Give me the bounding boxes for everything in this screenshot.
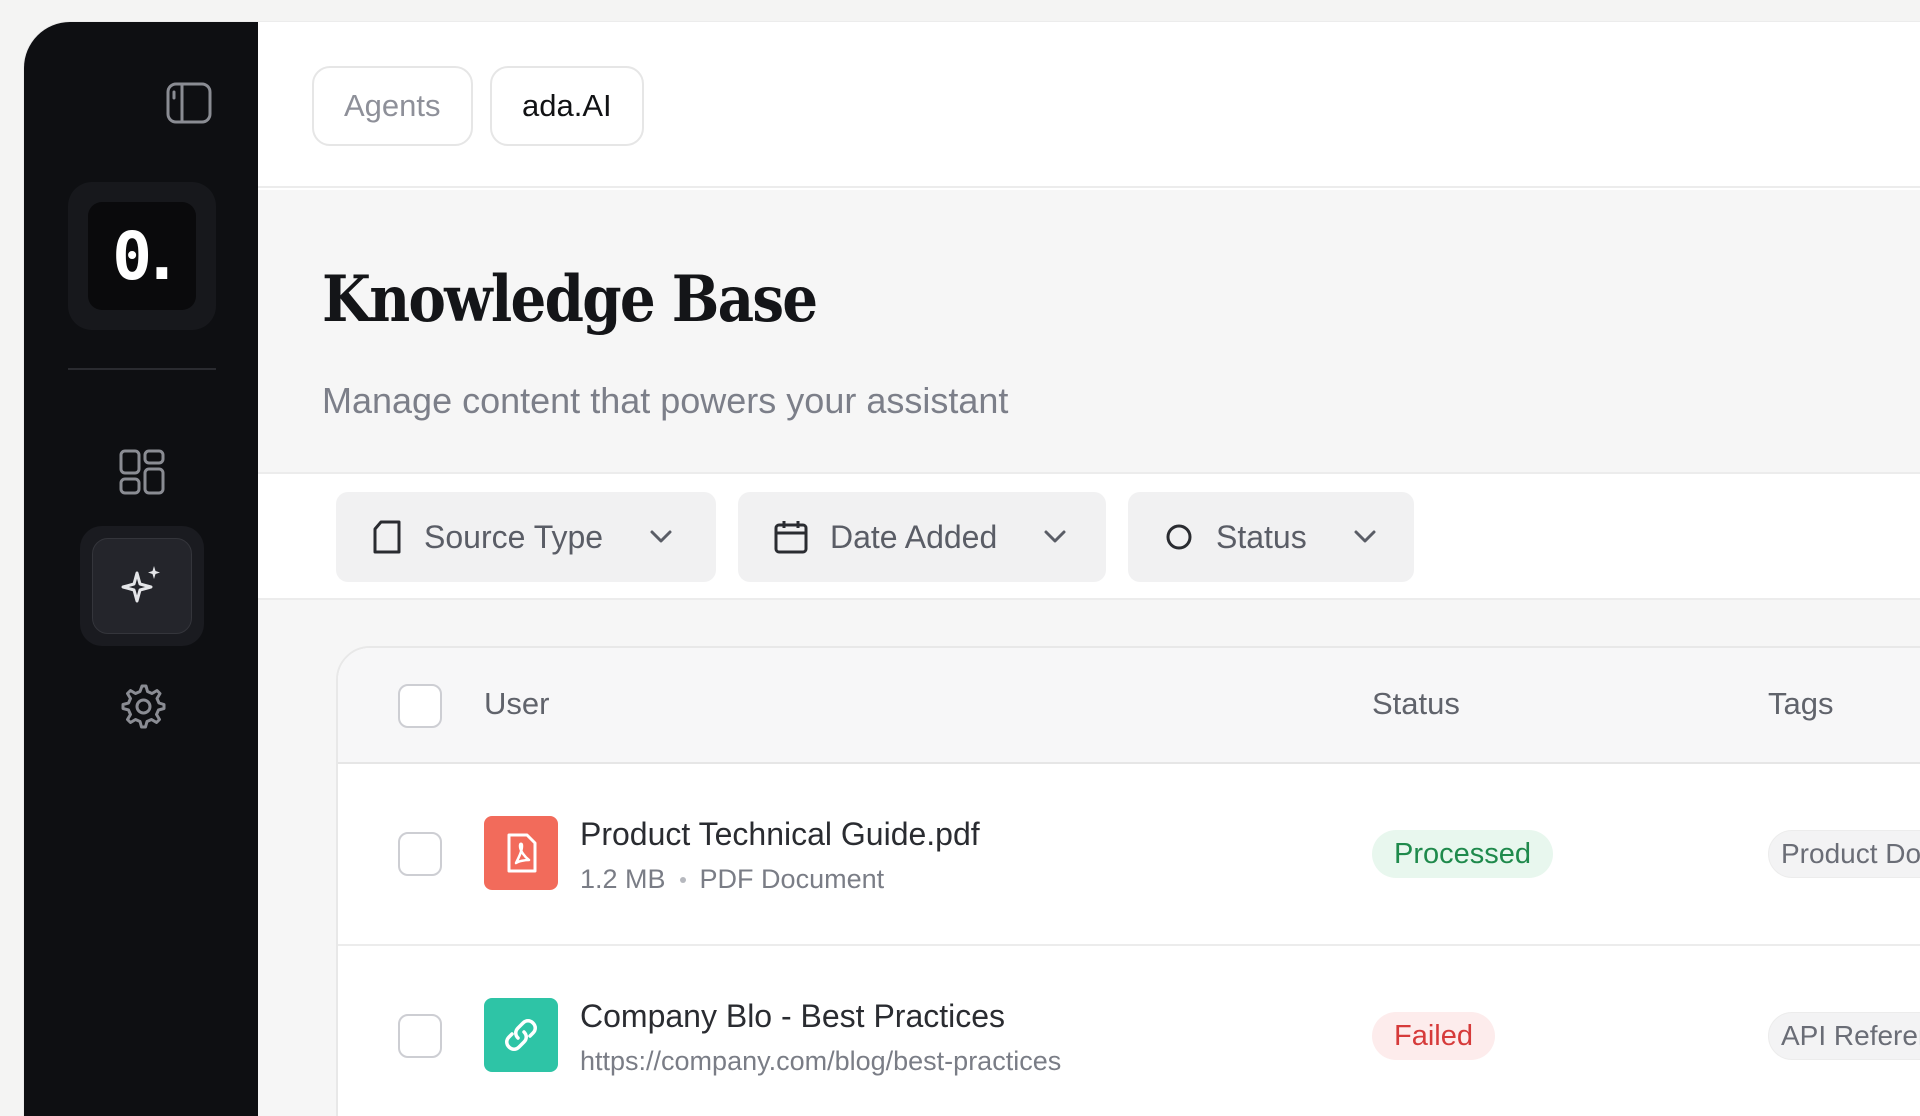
gear-icon: [121, 684, 166, 729]
table-section: User Status Tags Product Technical Guide…: [258, 600, 1920, 1116]
circle-icon: [1166, 524, 1192, 550]
chevron-down-icon: [650, 530, 672, 543]
column-header-user[interactable]: User: [484, 686, 549, 722]
app-window: 0. Agents ada.AI Knowledge Base Manage c…: [24, 22, 1920, 1116]
table-header: User Status Tags: [338, 648, 1920, 764]
page-subtitle: Manage content that powers your assistan…: [322, 380, 1009, 421]
topbar: Agents ada.AI: [258, 22, 1920, 188]
status-badge-processed: Processed: [1372, 830, 1554, 878]
sidebar-toggle-button[interactable]: [164, 78, 214, 128]
file-icon: [373, 520, 401, 554]
file-url: https://company.com/blog/best-practices: [580, 1046, 1062, 1076]
knowledge-table: User Status Tags Product Technical Guide…: [336, 646, 1920, 1116]
filter-label: Source Type: [424, 518, 604, 555]
breadcrumb-agents[interactable]: Agents: [312, 66, 473, 146]
table-row[interactable]: Product Technical Guide.pdf 1.2 MB PDF D…: [338, 764, 1920, 946]
pdf-file-icon: [484, 816, 558, 890]
sparkles-icon: [121, 566, 160, 603]
sidebar-item-dashboard[interactable]: [110, 440, 174, 504]
row-checkbox[interactable]: [398, 832, 442, 876]
sidebar: 0.: [24, 22, 258, 1116]
pdf-icon: [507, 833, 537, 873]
row-checkbox[interactable]: [398, 1014, 442, 1058]
breadcrumb-agent-name[interactable]: ada.AI: [490, 66, 644, 146]
column-header-tags[interactable]: Tags: [1768, 686, 1833, 722]
select-all-checkbox[interactable]: [398, 684, 442, 728]
filter-date-added[interactable]: Date Added: [738, 492, 1106, 582]
page-title: Knowledge Base: [322, 262, 818, 337]
column-header-status[interactable]: Status: [1372, 686, 1460, 722]
link-file-icon: [484, 998, 558, 1072]
logo-container: 0.: [68, 182, 216, 330]
page-header: Knowledge Base Manage content that power…: [258, 190, 1920, 472]
file-meta: https://company.com/blog/best-practices: [580, 1046, 1061, 1077]
filter-status[interactable]: Status: [1128, 492, 1414, 582]
sidebar-item-ai-container: [80, 526, 204, 646]
file-name: Product Technical Guide.pdf: [580, 816, 980, 852]
main-content: Agents ada.AI Knowledge Base Manage cont…: [258, 22, 1920, 1116]
grid-icon: [119, 449, 165, 495]
filter-source-type[interactable]: Source Type: [336, 492, 716, 582]
panel-left-icon: [166, 82, 212, 124]
chevron-down-icon: [1044, 530, 1066, 543]
file-type: PDF Document: [699, 864, 885, 894]
sidebar-item-settings[interactable]: [110, 674, 174, 738]
sidebar-divider: [68, 368, 216, 370]
chevron-down-icon: [1354, 530, 1376, 543]
tag-chip[interactable]: Product Doc: [1768, 830, 1920, 878]
table-row[interactable]: Company Blo - Best Practices https://com…: [338, 946, 1920, 1116]
file-size: 1.2 MB: [580, 864, 666, 894]
tag-chip[interactable]: API Referenc: [1768, 1012, 1920, 1060]
file-name: Company Blo - Best Practices: [580, 998, 1006, 1034]
calendar-icon: [774, 521, 808, 554]
filter-label: Status: [1216, 518, 1307, 555]
logo-text: 0.: [112, 217, 182, 295]
separator-dot: [679, 876, 686, 883]
status-badge-failed: Failed: [1372, 1012, 1495, 1060]
file-meta: 1.2 MB PDF Document: [580, 864, 884, 895]
logo[interactable]: 0.: [88, 202, 196, 310]
filter-bar: Source Type Date Added Status: [258, 472, 1920, 600]
app-frame: 0. Agents ada.AI Knowledge Base Manage c…: [0, 0, 1920, 1116]
sidebar-item-ai[interactable]: [92, 538, 192, 634]
link-icon: [505, 1019, 537, 1051]
filter-label: Date Added: [830, 518, 998, 555]
